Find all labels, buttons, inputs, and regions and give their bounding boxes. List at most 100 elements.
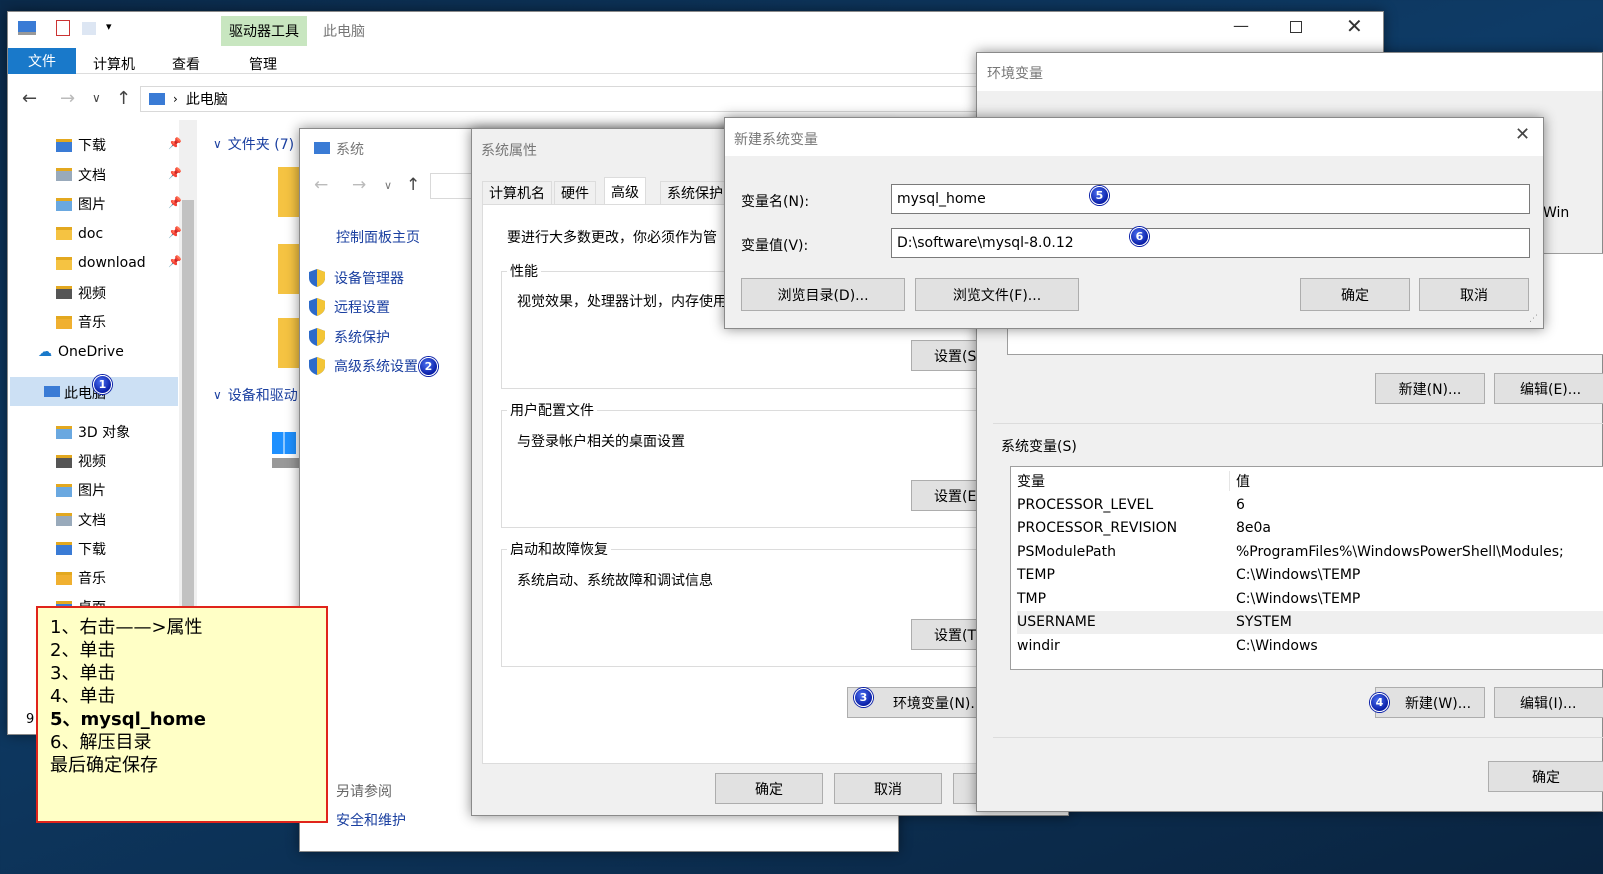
variable-name-cell: TMP bbox=[1017, 590, 1047, 607]
chevron-down-icon[interactable]: ▾ bbox=[106, 20, 112, 33]
maximize-icon[interactable] bbox=[1290, 21, 1302, 33]
properties-icon[interactable] bbox=[56, 20, 70, 36]
nav-item-quick-access[interactable]: doc bbox=[56, 222, 103, 246]
nav-item-this-pc-child[interactable]: 文档 bbox=[56, 508, 106, 532]
system-new-button[interactable]: 新建(W)... bbox=[1375, 687, 1485, 718]
scroll-thumb[interactable] bbox=[182, 200, 194, 620]
section-devices-header[interactable]: ∨ 设备和驱动 bbox=[213, 385, 298, 405]
system-task-label: 远程设置 bbox=[334, 300, 390, 317]
folder-icon[interactable] bbox=[278, 167, 300, 217]
recent-chevron-icon[interactable]: ∨ bbox=[92, 91, 101, 105]
see-also-label: 另请参阅 bbox=[336, 784, 392, 800]
sysprops-title: 系统属性 bbox=[481, 143, 537, 159]
system-task-link[interactable]: 远程设置 bbox=[308, 297, 390, 317]
pin-icon: 📌 bbox=[168, 196, 182, 209]
system-vars-label: 系统变量(S) bbox=[1001, 439, 1077, 455]
nav-item-label: doc bbox=[78, 225, 104, 242]
user-edit-button[interactable]: 编辑(E)... bbox=[1494, 373, 1603, 404]
table-row[interactable]: PROCESSOR_REVISION 8e0a bbox=[1017, 517, 1603, 540]
variable-name-input[interactable]: mysql_home bbox=[891, 184, 1530, 214]
nav-item-this-pc-child[interactable]: 音乐 bbox=[56, 566, 106, 590]
tab-hardware[interactable]: 硬件 bbox=[554, 181, 596, 204]
folder-icon[interactable] bbox=[278, 244, 300, 294]
variable-value-input[interactable]: D:\software\mysql-8.0.12 bbox=[891, 228, 1530, 258]
nav-item-quick-access[interactable]: 文档 bbox=[56, 163, 106, 187]
note-line: 5、mysql_home bbox=[50, 709, 206, 730]
resize-grip-icon[interactable]: ⋰ bbox=[1529, 314, 1538, 324]
table-row[interactable]: windir C:\Windows bbox=[1017, 634, 1603, 657]
tab-computer[interactable]: 计算机 bbox=[93, 54, 135, 74]
minimize-icon[interactable]: — bbox=[1233, 16, 1249, 35]
newvar-cancel-button[interactable]: 取消 bbox=[1419, 278, 1529, 311]
windows-drive-icon[interactable] bbox=[272, 432, 300, 470]
tab-computer-name[interactable]: 计算机名 bbox=[482, 181, 552, 204]
back-arrow-icon[interactable]: ← bbox=[22, 88, 37, 109]
folder-icon bbox=[56, 483, 72, 497]
sysprops-ok-button[interactable]: 确定 bbox=[715, 773, 823, 804]
close-icon[interactable]: ✕ bbox=[1515, 124, 1530, 145]
nav-item-quick-access[interactable]: 音乐 bbox=[56, 310, 106, 334]
nav-item-label: 图片 bbox=[78, 197, 106, 213]
newvar-ok-button[interactable]: 确定 bbox=[1300, 278, 1410, 311]
table-row[interactable]: TMP C:\Windows\TEMP bbox=[1017, 587, 1603, 610]
nav-item-quick-access[interactable]: 图片 bbox=[56, 192, 106, 216]
tab-file[interactable]: 文件 bbox=[8, 48, 76, 74]
sysprops-cancel-button[interactable]: 取消 bbox=[834, 773, 942, 804]
folder-icon[interactable] bbox=[278, 318, 300, 368]
system-edit-button[interactable]: 编辑(I)... bbox=[1494, 687, 1603, 718]
new-folder-icon[interactable] bbox=[82, 22, 96, 35]
security-maintenance-link[interactable]: 安全和维护 bbox=[336, 810, 406, 830]
table-row[interactable]: TEMP C:\Windows\TEMP bbox=[1017, 564, 1603, 587]
startup-label: 启动和故障恢复 bbox=[507, 539, 611, 559]
folder-icon bbox=[56, 168, 72, 181]
up-arrow-icon[interactable]: ↑ bbox=[406, 175, 420, 195]
note-line: 3、单击 bbox=[50, 663, 116, 684]
nav-item-label: 文档 bbox=[78, 512, 106, 529]
control-panel-home-link[interactable]: 控制面板主页 bbox=[336, 227, 420, 247]
table-row[interactable]: PSModulePath %ProgramFiles%\WindowsPowerS… bbox=[1017, 540, 1603, 563]
cloud-icon: ☁ bbox=[38, 344, 52, 360]
browse-file-button[interactable]: 浏览文件(F)... bbox=[915, 278, 1079, 311]
table-row[interactable]: USERNAME SYSTEM bbox=[1017, 610, 1603, 634]
tab-advanced[interactable]: 高级 bbox=[604, 177, 646, 205]
nav-item-this-pc-child[interactable]: 3D 对象 bbox=[56, 420, 130, 444]
variable-value-cell: C:\Windows bbox=[1236, 637, 1318, 654]
forward-arrow-icon[interactable]: → bbox=[352, 175, 366, 195]
back-arrow-icon[interactable]: ← bbox=[314, 175, 328, 195]
nav-item-label: 下载 bbox=[78, 138, 106, 154]
folder-icon bbox=[56, 286, 72, 299]
nav-item-quick-access[interactable]: download bbox=[56, 251, 146, 275]
column-header-variable[interactable]: 变量 bbox=[1017, 471, 1229, 491]
table-row[interactable]: PROCESSOR_LEVEL 6 bbox=[1017, 493, 1603, 516]
forward-arrow-icon[interactable]: → bbox=[60, 88, 75, 109]
folder-icon bbox=[56, 513, 72, 527]
nav-item-quick-access[interactable]: 视频 bbox=[56, 281, 106, 305]
nav-item-this-pc-child[interactable]: 图片 bbox=[56, 478, 106, 502]
variable-name-label: 变量名(N): bbox=[741, 194, 810, 210]
profile-label: 用户配置文件 bbox=[507, 400, 597, 420]
step-badge-2: 2 bbox=[419, 357, 438, 376]
section-folders-header[interactable]: ∨ 文件夹 (7) bbox=[213, 134, 294, 154]
system-task-link[interactable]: 高级系统设置 bbox=[308, 356, 418, 376]
envvars-ok-button[interactable]: 确定 bbox=[1488, 761, 1603, 792]
nav-onedrive[interactable]: ☁ OneDrive bbox=[38, 340, 124, 364]
up-arrow-icon[interactable]: ↑ bbox=[116, 88, 131, 109]
nav-item-quick-access[interactable]: 下载 bbox=[56, 133, 106, 157]
tab-view[interactable]: 查看 bbox=[172, 54, 200, 74]
step-badge-6: 6 bbox=[1130, 227, 1149, 246]
tab-manage[interactable]: 管理 bbox=[249, 54, 277, 74]
system-task-link[interactable]: 设备管理器 bbox=[308, 268, 404, 288]
browse-directory-button[interactable]: 浏览目录(D)... bbox=[741, 278, 905, 311]
new-system-variable-dialog: 新建系统变量 ✕ 变量名(N): mysql_home 变量值(V): D:\s… bbox=[724, 117, 1544, 329]
recent-chevron-icon[interactable]: ∨ bbox=[384, 179, 392, 192]
user-new-button[interactable]: 新建(N)... bbox=[1375, 373, 1485, 404]
nav-item-label: 视频 bbox=[78, 454, 106, 471]
step-badge-1: 1 bbox=[93, 375, 112, 394]
pin-icon: 📌 bbox=[168, 166, 182, 180]
system-task-link[interactable]: 系统保护 bbox=[308, 327, 390, 347]
nav-item-this-pc-child[interactable]: 视频 bbox=[56, 449, 106, 473]
nav-item-this-pc-child[interactable]: 下载 bbox=[56, 537, 106, 561]
tab-system-protection[interactable]: 系统保护 bbox=[660, 181, 730, 204]
close-icon[interactable]: ✕ bbox=[1346, 14, 1363, 38]
column-header-value[interactable]: 值 bbox=[1229, 470, 1603, 491]
